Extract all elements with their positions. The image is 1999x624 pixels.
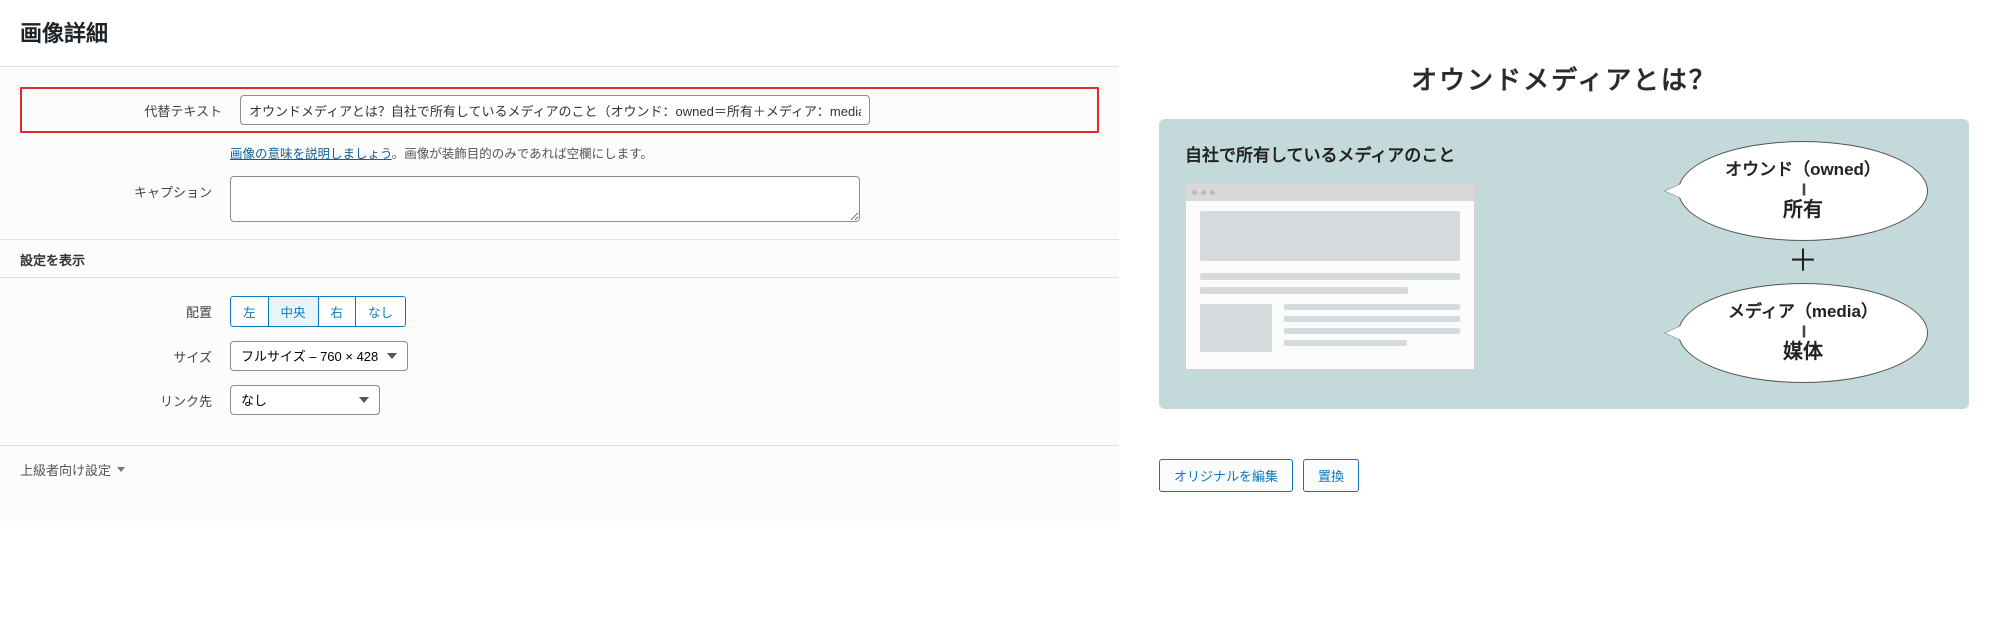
preview-subtitle: 自社で所有しているメディアのこと xyxy=(1185,141,1643,166)
alt-help-link[interactable]: 画像の意味を説明しましょう xyxy=(230,147,392,161)
replace-button[interactable]: 置換 xyxy=(1303,459,1359,492)
page-title: 画像詳細 xyxy=(0,0,1119,67)
bubble-owned: オウンド（owned） || 所有 xyxy=(1678,141,1928,241)
link-select[interactable]: なし xyxy=(230,385,380,415)
chevron-down-icon xyxy=(117,467,125,472)
align-button-group: 左 中央 右 なし xyxy=(230,296,406,327)
advanced-settings-toggle[interactable]: 上級者向け設定 xyxy=(0,445,1119,493)
align-none-button[interactable]: なし xyxy=(355,296,406,327)
alt-text-input[interactable] xyxy=(240,95,870,125)
alt-text-label: 代替テキスト xyxy=(30,95,240,120)
align-center-button[interactable]: 中央 xyxy=(268,296,319,327)
caption-textarea[interactable] xyxy=(230,176,860,222)
display-settings-header: 設定を表示 xyxy=(0,239,1119,278)
edit-original-button[interactable]: オリジナルを編集 xyxy=(1159,459,1293,492)
alt-text-highlight: 代替テキスト xyxy=(20,87,1099,133)
bubble-media: メディア（media） || 媒体 xyxy=(1678,283,1928,383)
preview-title: オウンドメディアとは？ xyxy=(1159,60,1969,97)
link-label: リンク先 xyxy=(20,385,230,410)
size-select[interactable]: フルサイズ – 760 × 428 xyxy=(230,341,408,371)
align-label: 配置 xyxy=(20,296,230,321)
alt-text-help: 画像の意味を説明しましょう。画像が装飾目的のみであれば空欄にします。 xyxy=(230,143,860,162)
align-right-button[interactable]: 右 xyxy=(318,296,357,327)
size-label: サイズ xyxy=(20,341,230,366)
browser-mock-icon xyxy=(1185,182,1475,370)
image-preview: オウンドメディアとは？ 自社で所有しているメディアのこと xyxy=(1159,60,1969,409)
caption-label: キャプション xyxy=(20,176,230,201)
plus-icon: ＋ xyxy=(1788,247,1818,277)
align-left-button[interactable]: 左 xyxy=(230,296,269,327)
